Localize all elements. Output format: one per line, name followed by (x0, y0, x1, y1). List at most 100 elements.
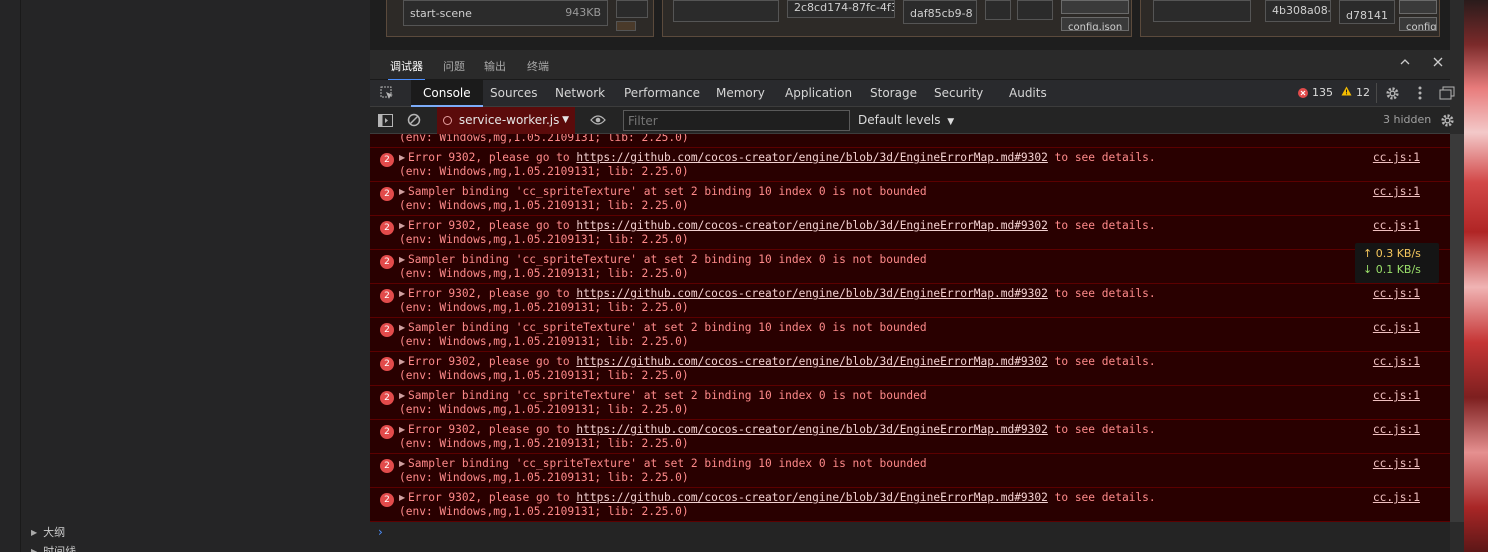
log-prefix: Sampler binding 'cc_spriteTexture' at se… (408, 457, 927, 470)
treemap-cell-4b308a08[interactable]: 4b308a08-9 (1265, 0, 1331, 22)
issue-counter[interactable]: 135 12 (1298, 86, 1370, 99)
sidebar-toggle-icon[interactable] (376, 111, 394, 129)
log-prefix: Error 9302, please go to (408, 491, 577, 504)
log-row[interactable]: 2 ▶ Error 9302, please go to https://githu… (370, 216, 1450, 250)
log-source-link[interactable]: cc.js:1 (1373, 355, 1420, 368)
log-row[interactable]: 2 ▶ Error 9302, please go to https://githu… (370, 420, 1450, 454)
expand-triangle-icon[interactable]: ▶ (399, 289, 405, 298)
context-selector[interactable]: service-worker.js ▼ (437, 107, 575, 134)
gear-icon[interactable] (1383, 84, 1401, 102)
log-prefix: Sampler binding 'cc_spriteTexture' at se… (408, 389, 927, 402)
expand-triangle-icon[interactable]: ▶ (399, 255, 405, 264)
outline-label: 大纲 (43, 526, 66, 539)
filter-input[interactable] (623, 110, 850, 131)
hidden-count: 3 hidden (1383, 113, 1432, 126)
chevron-right-icon: ▶ (31, 527, 38, 537)
eye-icon[interactable] (589, 111, 607, 129)
log-source-link[interactable]: cc.js:1 (1373, 389, 1420, 402)
log-row[interactable]: 2 ▶ Sampler binding 'cc_spriteTexture' at … (370, 318, 1450, 352)
log-source-link[interactable]: cc.js:1 (1373, 321, 1420, 334)
tab-terminal[interactable]: 终端 (527, 58, 549, 74)
outline-section[interactable]: ▶ 大纲 (31, 524, 65, 540)
prompt-caret-icon: › (378, 525, 383, 539)
expand-triangle-icon[interactable]: ▶ (399, 493, 405, 502)
log-source-link[interactable]: cc.js:1 (1373, 491, 1420, 504)
log-row[interactable]: 2 ▶ Error 9302, please go to https://githu… (370, 488, 1450, 522)
clear-console-icon[interactable] (405, 111, 423, 129)
dock-icon[interactable] (1438, 84, 1456, 102)
tab-security[interactable]: Security (922, 80, 995, 107)
tab-output[interactable]: 输出 (484, 58, 506, 74)
tab-debugger[interactable]: 调试器 (388, 58, 425, 81)
log-source-link[interactable]: cc.js:1 (1373, 185, 1420, 198)
expand-triangle-icon[interactable]: ▶ (399, 459, 405, 468)
tab-performance[interactable]: Performance (612, 80, 712, 107)
log-source-link[interactable]: cc.js:1 (1373, 219, 1420, 232)
treemap-cell[interactable] (616, 21, 636, 31)
log-link[interactable]: https://github.com/cocos-creator/engine/… (576, 151, 1047, 164)
expand-triangle-icon[interactable]: ▶ (399, 391, 405, 400)
log-source-link[interactable]: cc.js:1 (1373, 423, 1420, 436)
log-link[interactable]: https://github.com/cocos-creator/engine/… (576, 491, 1047, 504)
expand-triangle-icon[interactable]: ▶ (399, 357, 405, 366)
inspect-icon[interactable] (378, 84, 396, 102)
treemap-cell[interactable] (673, 0, 779, 22)
log-row[interactable]: 2 ▶ Sampler binding 'cc_spriteTexture' at … (370, 250, 1450, 284)
tab-storage[interactable]: Storage (858, 80, 929, 107)
log-link[interactable]: https://github.com/cocos-creator/engine/… (576, 287, 1047, 300)
chevron-up-icon[interactable] (1397, 56, 1413, 72)
treemap-start-scene[interactable]: start-scene 943KB (403, 0, 608, 26)
log-row[interactable]: 2 ▶ Sampler binding 'cc_spriteTexture' at … (370, 182, 1450, 216)
log-row[interactable]: 2 ▶ Error 9302, please go to https://githu… (370, 284, 1450, 318)
treemap-cell[interactable] (1061, 0, 1129, 14)
expand-triangle-icon[interactable]: ▶ (399, 153, 405, 162)
kebab-menu-icon[interactable] (1411, 84, 1429, 102)
treemap-cell-2c8cd174[interactable]: 2c8cd174-87fc-4f3 (787, 0, 895, 18)
treemap-cell[interactable] (1017, 0, 1053, 20)
log-row[interactable]: 2 ▶ Error 9302, please go to https://githu… (370, 148, 1450, 182)
gear-icon[interactable] (1438, 111, 1456, 129)
log-source-link[interactable]: cc.js:1 (1373, 287, 1420, 300)
log-link[interactable]: https://github.com/cocos-creator/engine/… (576, 355, 1047, 368)
tab-console[interactable]: Console (411, 80, 483, 107)
tab-application[interactable]: Application (773, 80, 864, 107)
treemap-cell-daf85cb9[interactable]: daf85cb9-8 (903, 0, 977, 24)
log-prefix: Error 9302, please go to (408, 355, 577, 368)
bundle-treemap: start-scene 943KB 2c8cd174-87fc-4f3 daf8… (370, 0, 1464, 50)
log-source-link[interactable]: cc.js:1 (1373, 457, 1420, 470)
treemap-config-json[interactable]: config.json (1399, 17, 1437, 31)
log-row[interactable]: 2 ▶ Sampler binding 'cc_spriteTexture' at … (370, 454, 1450, 488)
treemap-cell[interactable] (1399, 0, 1437, 14)
expand-triangle-icon[interactable]: ▶ (399, 187, 405, 196)
log-prefix: Sampler binding 'cc_spriteTexture' at se… (408, 321, 927, 334)
tab-network[interactable]: Network (543, 80, 617, 107)
treemap-cell-d78141[interactable]: d78141 (1339, 0, 1395, 24)
tab-memory[interactable]: Memory (704, 80, 777, 107)
tab-sources[interactable]: Sources (478, 80, 549, 107)
treemap-cell[interactable] (1153, 0, 1251, 22)
log-link[interactable]: https://github.com/cocos-creator/engine/… (576, 423, 1047, 436)
treemap-config-json[interactable]: config.json (1061, 17, 1129, 31)
log-message: Sampler binding 'cc_spriteTexture' at se… (408, 321, 927, 334)
console-prompt[interactable]: › (370, 522, 1450, 552)
log-row[interactable]: 2 ▶ Sampler binding 'cc_spriteTexture' at … (370, 386, 1450, 420)
log-levels-dropdown[interactable]: Default levels ▼ (858, 113, 954, 127)
tab-problems[interactable]: 问题 (443, 58, 465, 74)
close-icon[interactable] (1430, 56, 1446, 72)
expand-triangle-icon[interactable]: ▶ (399, 425, 405, 434)
tab-audits[interactable]: Audits (997, 80, 1059, 107)
log-message: Sampler binding 'cc_spriteTexture' at se… (408, 253, 927, 266)
error-badge-icon: 2 (380, 289, 394, 303)
log-env: (env: Windows,mg,1.05.2109131; lib: 2.25… (399, 403, 689, 416)
dropdown-arrow-icon: ▼ (562, 115, 569, 125)
treemap-cell[interactable] (985, 0, 1011, 20)
log-link[interactable]: https://github.com/cocos-creator/engine/… (576, 219, 1047, 232)
scrollbar[interactable] (1450, 134, 1464, 522)
timeline-section[interactable]: ▶ 时间线 (31, 543, 76, 552)
log-source-link[interactable]: cc.js:1 (1373, 151, 1420, 164)
log-row[interactable]: 2 ▶ Error 9302, please go to https://githu… (370, 352, 1450, 386)
treemap-cell[interactable] (616, 0, 648, 18)
expand-triangle-icon[interactable]: ▶ (399, 323, 405, 332)
expand-triangle-icon[interactable]: ▶ (399, 221, 405, 230)
background-artwork (1464, 0, 1488, 552)
